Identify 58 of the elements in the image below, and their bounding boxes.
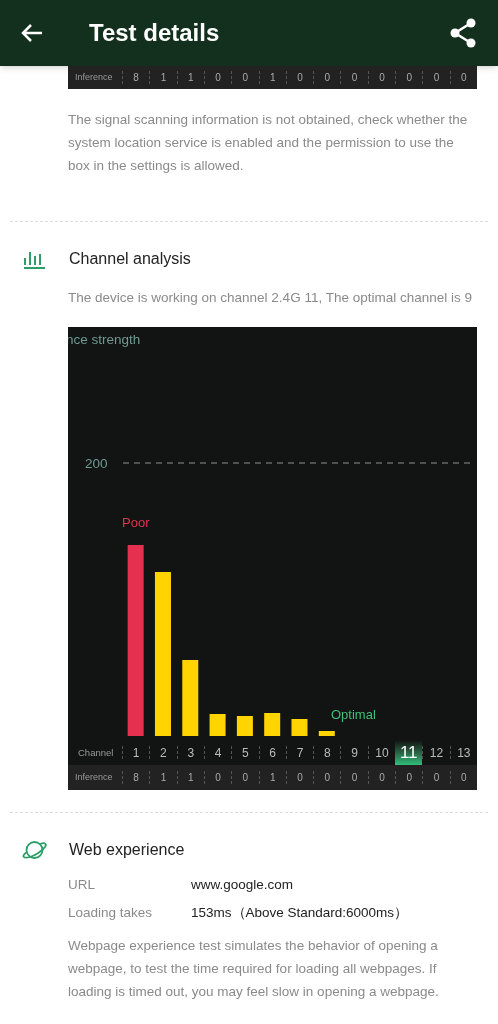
section-title: Channel analysis [69, 249, 191, 269]
table-cell: 0 [367, 771, 396, 785]
table-cell: 3 [176, 746, 204, 760]
table-cell: 9 [340, 746, 368, 760]
table-cell: 0 [203, 71, 232, 84]
table-cell: 0 [231, 71, 259, 84]
selected-channel: 11 [395, 740, 423, 766]
table-cell: 1 [176, 71, 204, 84]
table-cell: 8 [313, 746, 341, 760]
table-cell: 1 [149, 771, 177, 785]
table-cell: 0 [285, 771, 314, 785]
table-cell: 0 [395, 771, 423, 785]
table-cell: 0 [449, 71, 477, 84]
table-cell: 0 [340, 71, 368, 84]
web-test-note: Webpage experience test simulates the behavior of opening a webpage, to test the time required for loading all webpages. If loading is timed out, you may feel slow in opening a webpage. [68, 937, 440, 1002]
table-cell: 1 [258, 71, 286, 84]
planet-icon [21, 839, 48, 862]
table-cell: 0 [422, 71, 450, 84]
table-cell: 1 [258, 771, 286, 785]
share-icon[interactable] [450, 18, 476, 48]
table-cell: 0 [422, 771, 450, 785]
poor-label: Poor [122, 515, 150, 531]
table-cell: 0 [203, 771, 232, 785]
tick-label: 200 [85, 456, 108, 472]
table-cell: 0 [395, 71, 423, 84]
page-title: Test details [89, 18, 220, 48]
channel-summary: The device is working on channel 2.4G 11, The optimal channel is 9 [68, 289, 473, 307]
field-value: www.google.com [191, 876, 294, 895]
row-label: Inference [74, 771, 114, 784]
field-value: 153ms（Above Standard:6000ms） [191, 904, 409, 923]
table-cell: 0 [231, 771, 259, 785]
table-cell: 1 [149, 71, 177, 84]
row-label: Channel [77, 745, 115, 760]
table-cell: 5 [231, 746, 259, 760]
table-cell: 2 [149, 746, 177, 760]
bar-chart-icon [23, 249, 46, 269]
field-label: Loading takes [68, 904, 154, 923]
table-cell: 7 [285, 746, 314, 760]
table-cell: 0 [449, 771, 477, 785]
table-cell: 0 [367, 71, 396, 84]
scan-note: The signal scanning information is not obtained, check whether the system location service is enabled and the permission to use the box in the settings is allowed. [68, 111, 469, 175]
row-label: Inference [74, 70, 114, 84]
table-cell: 1 [176, 771, 204, 785]
table-cell: 8 [122, 71, 150, 84]
table-cell: 13 [449, 746, 477, 760]
table-cell: 0 [340, 771, 368, 785]
section-title: Web experience [69, 840, 185, 861]
table-cell: 1 [122, 746, 150, 760]
optimal-label: Optimal [331, 707, 376, 723]
table-cell: 6 [258, 746, 286, 760]
table-cell: 0 [285, 71, 314, 84]
table-cell: 12 [422, 746, 450, 760]
table-cell: 4 [203, 746, 232, 760]
back-icon[interactable] [20, 23, 44, 43]
table-cell: 0 [313, 771, 341, 785]
table-cell: 0 [313, 71, 341, 84]
table-cell: 8 [122, 771, 150, 785]
field-label: URL [68, 876, 96, 895]
